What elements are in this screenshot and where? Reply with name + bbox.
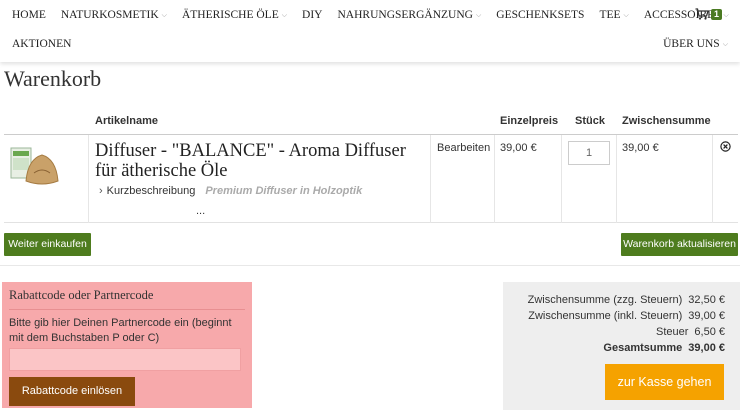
description-ellipsis: ... bbox=[196, 205, 206, 217]
page-title: Warenkorb bbox=[4, 66, 102, 91]
main-menu: HOME NATURKOSMETIK ⌵ ÄTHERISCHE ÖLE ⌵ DIY … bbox=[12, 6, 729, 24]
nav-item-label: ÄTHERISCHE ÖLE bbox=[181, 9, 279, 21]
totals-row: Zwischensumme (inkl. Steuern) 39,00 € bbox=[528, 310, 725, 322]
chevron-down-icon: ⌵ bbox=[281, 10, 288, 19]
nav-item-label: HOME bbox=[12, 9, 46, 21]
remove-item-icon[interactable] bbox=[720, 141, 731, 152]
nav-item-label: DIY bbox=[302, 9, 323, 21]
column-divider bbox=[88, 135, 89, 223]
checkout-button[interactable]: zur Kasse gehen bbox=[605, 364, 724, 400]
nav-item-label: NAHRUNGSERGÄNZUNG bbox=[337, 9, 473, 21]
totals-row: Steuer 6,50 € bbox=[656, 326, 725, 338]
unit-price: 39,00 € bbox=[500, 142, 537, 154]
product-thumbnail[interactable] bbox=[10, 145, 62, 187]
totals-label: Zwischensumme (inkl. Steuern) bbox=[528, 310, 683, 322]
section-divider bbox=[0, 265, 740, 266]
nav-item-nahrungsergaenzung[interactable]: NAHRUNGSERGÄNZUNG ⌵ bbox=[338, 9, 482, 21]
quantity-input[interactable]: 1 bbox=[568, 141, 610, 165]
continue-shopping-button[interactable]: Weiter einkaufen bbox=[4, 233, 91, 256]
totals-value: 6,50 € bbox=[694, 326, 725, 338]
update-cart-button[interactable]: Warenkorb aktualisieren bbox=[621, 233, 738, 256]
totals-value: 32,50 € bbox=[688, 294, 725, 306]
row-subtotal: 39,00 € bbox=[622, 142, 659, 154]
short-description-text: Premium Diffuser in Holzoptik bbox=[205, 185, 363, 197]
cart-button[interactable]: 1 bbox=[695, 8, 722, 20]
chevron-down-icon: ⌵ bbox=[723, 10, 729, 19]
table-row: Diffuser - "BALANCE" - Aroma Diffuser fü… bbox=[4, 135, 738, 223]
edit-link[interactable]: Bearbeiten bbox=[437, 142, 490, 154]
nav-item-home[interactable]: HOME bbox=[12, 9, 46, 21]
totals-row: Zwischensumme (zzg. Steuern) 32,50 € bbox=[528, 294, 725, 306]
column-divider bbox=[616, 135, 617, 223]
nav-item-tee[interactable]: TEE ⌵ bbox=[599, 9, 628, 21]
nav-item-ueber-uns[interactable]: ÜBER UNS ⌵ bbox=[663, 38, 728, 50]
nav-item-naturkosmetik[interactable]: NATURKOSMETIK ⌵ bbox=[61, 9, 167, 21]
coupon-divider bbox=[9, 309, 245, 310]
chevron-down-icon: ⌵ bbox=[161, 10, 167, 19]
cart-count-badge: 1 bbox=[710, 8, 722, 20]
column-header-einzelpreis: Einzelpreis bbox=[500, 115, 559, 127]
product-name-link[interactable]: Diffuser - "BALANCE" - Aroma Diffuser fü… bbox=[95, 141, 425, 181]
column-divider bbox=[494, 135, 495, 223]
cart-totals: Zwischensumme (zzg. Steuern) 32,50 € Zwi… bbox=[503, 282, 740, 410]
short-description-label: Kurzbeschreibung bbox=[106, 185, 196, 197]
column-header-zwischensumme: Zwischensumme bbox=[622, 115, 711, 127]
nav-item-label: TEE bbox=[599, 9, 621, 21]
chevron-down-icon: ⌵ bbox=[475, 10, 482, 19]
coupon-box: Rabattcode oder Partnercode Bitte gib hi… bbox=[2, 282, 252, 408]
apply-coupon-button[interactable]: Rabattcode einlösen bbox=[9, 377, 135, 406]
grand-total-value: 39,00 € bbox=[688, 342, 725, 354]
shopping-cart-icon bbox=[695, 8, 709, 20]
grand-total-label: Gesamtsumme bbox=[603, 342, 683, 354]
chevron-down-icon: ⌵ bbox=[722, 39, 728, 48]
coupon-instructions: Bitte gib hier Deinen Partnercode ein (b… bbox=[9, 317, 232, 344]
column-divider bbox=[561, 135, 562, 223]
short-description[interactable]: › Kurzbeschreibung Premium Diffuser in H… bbox=[99, 185, 362, 197]
column-divider bbox=[430, 135, 431, 223]
nav-item-label: GESCHENKSETS bbox=[496, 9, 585, 21]
column-header-stueck: Stück bbox=[575, 115, 605, 127]
totals-label: Zwischensumme (zzg. Steuern) bbox=[527, 294, 683, 306]
grand-total-row: Gesamtsumme 39,00 € bbox=[603, 342, 725, 354]
totals-value: 39,00 € bbox=[688, 310, 725, 322]
cart-table-header: Artikelname Einzelpreis Stück Zwischensu… bbox=[4, 108, 738, 135]
top-navigation: HOME NATURKOSMETIK ⌵ ÄTHERISCHE ÖLE ⌵ DIY … bbox=[0, 0, 740, 62]
coupon-code-input[interactable] bbox=[9, 348, 241, 371]
chevron-down-icon: ⌵ bbox=[623, 10, 629, 19]
column-divider bbox=[712, 135, 713, 223]
column-header-artikelname: Artikelname bbox=[95, 115, 158, 127]
nav-item-aktionen[interactable]: AKTIONEN bbox=[12, 38, 71, 50]
totals-label: Steuer bbox=[655, 326, 689, 338]
nav-item-label: ÜBER UNS bbox=[663, 38, 720, 50]
nav-item-aetherische-oele[interactable]: ÄTHERISCHE ÖLE ⌵ bbox=[182, 9, 287, 21]
nav-item-diy[interactable]: DIY bbox=[302, 9, 322, 21]
chevron-right-icon: › bbox=[99, 185, 103, 197]
nav-item-label: NATURKOSMETIK bbox=[60, 9, 159, 21]
nav-item-geschenksets[interactable]: GESCHENKSETS bbox=[496, 9, 584, 21]
secondary-menu: AKTIONEN ÜBER UNS ⌵ bbox=[12, 38, 728, 54]
coupon-title: Rabattcode oder Partnercode bbox=[9, 288, 154, 302]
